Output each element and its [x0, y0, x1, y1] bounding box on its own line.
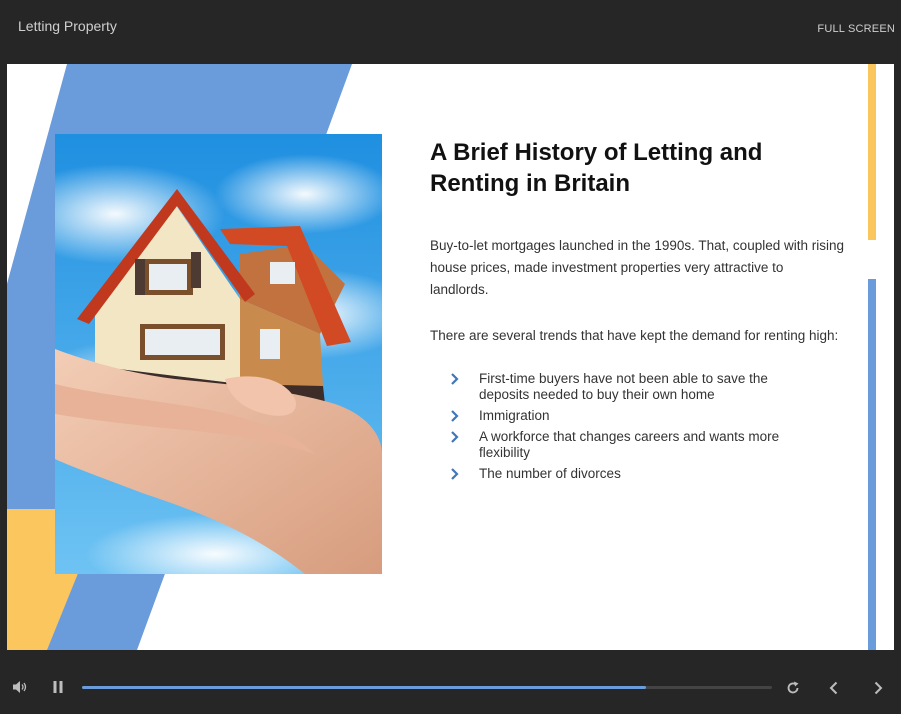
- slide: A Brief History of Letting and Renting i…: [7, 64, 894, 650]
- slide-heading: A Brief History of Letting and Renting i…: [430, 139, 763, 197]
- volume-icon[interactable]: [12, 680, 28, 694]
- list-item: First-time buyers have not been able to …: [448, 371, 808, 403]
- chevron-right-icon: [451, 431, 459, 443]
- top-bar: Letting Property FULL SCREEN: [0, 0, 901, 64]
- chevron-right-icon: [451, 468, 459, 480]
- list-item-text: A workforce that changes careers and wan…: [479, 429, 780, 460]
- progress-bar[interactable]: [82, 686, 772, 689]
- chevron-right-icon: [451, 410, 459, 422]
- house-in-hands-image: [55, 134, 382, 574]
- list-item: Immigration: [448, 408, 808, 424]
- player-controls: [0, 650, 901, 714]
- decorative-stripe-yellow: [868, 64, 876, 240]
- intro-paragraph: Buy-to-let mortgages launched in the 199…: [430, 238, 844, 297]
- previous-icon[interactable]: [828, 681, 840, 695]
- chevron-right-icon: [451, 373, 459, 385]
- decorative-stripe-blue: [868, 279, 876, 650]
- list-item: A workforce that changes careers and wan…: [448, 429, 808, 461]
- list-item-text: The number of divorces: [479, 466, 621, 481]
- list-item-text: Immigration: [479, 408, 550, 423]
- list-item: The number of divorces: [448, 466, 808, 482]
- next-icon[interactable]: [872, 681, 884, 695]
- replay-icon[interactable]: [786, 681, 800, 695]
- progress-bar-fill: [82, 686, 647, 689]
- trends-list: First-time buyers have not been able to …: [430, 371, 845, 482]
- slide-content: A Brief History of Letting and Renting i…: [430, 137, 845, 487]
- list-item-text: First-time buyers have not been able to …: [479, 371, 768, 402]
- pause-icon[interactable]: [52, 681, 64, 693]
- course-title: Letting Property: [18, 18, 117, 34]
- trends-paragraph: There are several trends that have kept …: [430, 328, 839, 343]
- fullscreen-button[interactable]: FULL SCREEN: [817, 23, 895, 35]
